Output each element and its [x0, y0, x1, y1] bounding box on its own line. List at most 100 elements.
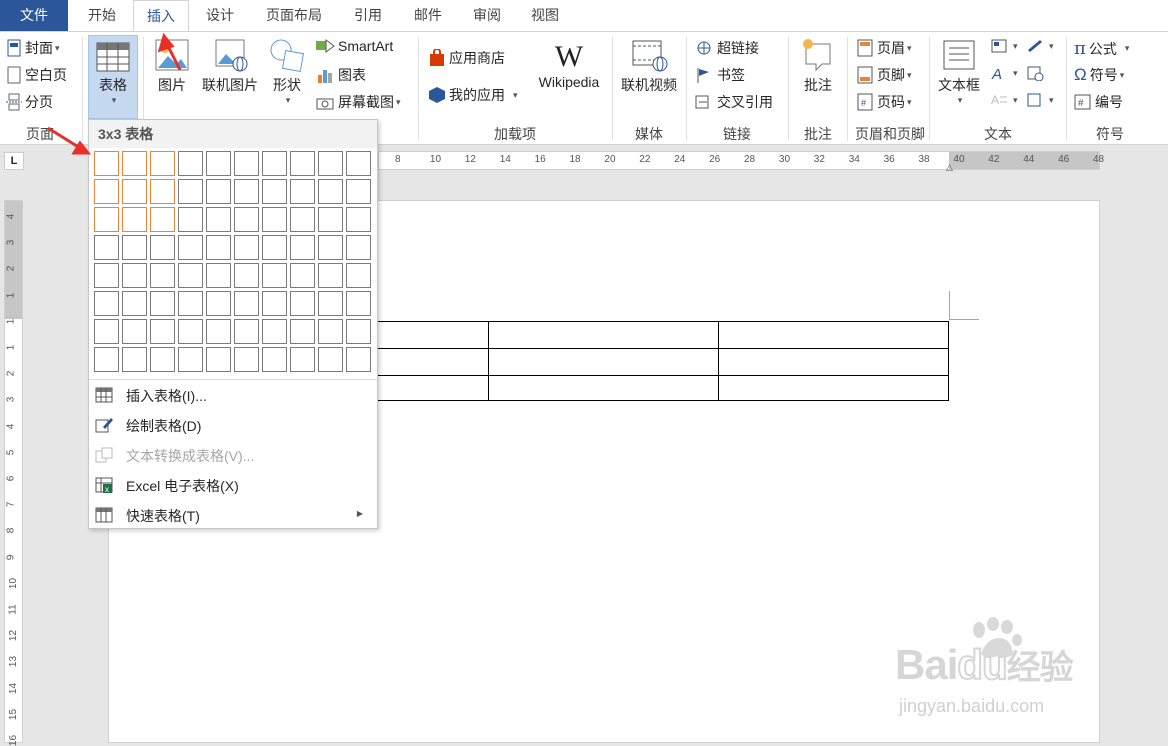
grid-cell[interactable] — [262, 291, 287, 316]
grid-cell[interactable] — [262, 151, 287, 176]
grid-cell[interactable] — [262, 235, 287, 260]
grid-cell[interactable] — [346, 347, 371, 372]
grid-cell[interactable] — [150, 291, 175, 316]
grid-cell[interactable] — [262, 263, 287, 288]
wikipedia-button[interactable]: W Wikipedia — [532, 40, 606, 90]
grid-cell[interactable] — [290, 151, 315, 176]
grid-cell[interactable] — [150, 151, 175, 176]
grid-cell[interactable] — [318, 151, 343, 176]
tab-page-layout[interactable]: 页面布局 — [254, 0, 334, 31]
grid-cell[interactable] — [290, 235, 315, 260]
grid-cell[interactable] — [318, 263, 343, 288]
grid-cell[interactable] — [290, 207, 315, 232]
numbering-button[interactable]: # 编号 — [1074, 92, 1123, 112]
grid-cell[interactable] — [150, 207, 175, 232]
grid-cell[interactable] — [122, 263, 147, 288]
grid-cell[interactable] — [178, 347, 203, 372]
cover-page-button[interactable]: 封面 ▾ — [6, 38, 60, 58]
page-number-button[interactable]: # 页码 ▾ — [856, 92, 912, 112]
grid-cell[interactable] — [206, 151, 231, 176]
shapes-button[interactable]: 形状 ▾ — [266, 38, 308, 106]
object-button[interactable]: ▾ — [1026, 92, 1054, 108]
grid-cell[interactable] — [94, 263, 119, 288]
grid-cell[interactable] — [150, 347, 175, 372]
grid-cell[interactable] — [262, 179, 287, 204]
grid-cell[interactable] — [206, 207, 231, 232]
grid-cell[interactable] — [234, 319, 259, 344]
grid-cell[interactable] — [178, 179, 203, 204]
equation-button[interactable]: π 公式 ▾ — [1074, 38, 1129, 59]
grid-cell[interactable] — [178, 291, 203, 316]
wordart-button[interactable]: A ▾ — [990, 65, 1018, 81]
grid-cell[interactable] — [150, 235, 175, 260]
grid-cell[interactable] — [122, 151, 147, 176]
draw-table-menu-item[interactable]: 绘制表格(D) — [89, 410, 377, 440]
grid-cell[interactable] — [346, 151, 371, 176]
drop-cap-button[interactable]: A ▾ — [990, 92, 1018, 108]
grid-cell[interactable] — [234, 207, 259, 232]
grid-cell[interactable] — [290, 291, 315, 316]
grid-cell[interactable] — [346, 263, 371, 288]
date-time-button[interactable] — [1026, 65, 1047, 81]
online-video-button[interactable]: 联机视频 — [616, 38, 682, 95]
grid-cell[interactable] — [206, 179, 231, 204]
grid-cell[interactable] — [346, 207, 371, 232]
grid-cell[interactable] — [150, 179, 175, 204]
blank-page-button[interactable]: 空白页 — [6, 65, 67, 85]
grid-cell[interactable] — [94, 347, 119, 372]
tab-mailings[interactable]: 邮件 — [402, 0, 454, 31]
table-button[interactable]: 表格 ▾ — [88, 35, 138, 119]
store-button[interactable]: 应用商店 — [428, 48, 505, 68]
grid-cell[interactable] — [318, 291, 343, 316]
tab-references[interactable]: 引用 — [342, 0, 394, 31]
hyperlink-button[interactable]: 超链接 — [694, 38, 759, 58]
comment-button[interactable]: 批注 — [796, 38, 840, 95]
my-apps-button[interactable]: 我的应用 ▾ — [428, 85, 518, 105]
grid-cell[interactable] — [234, 151, 259, 176]
grid-cell[interactable] — [206, 347, 231, 372]
tab-stop-selector[interactable]: L — [4, 152, 24, 170]
tab-view[interactable]: 视图 — [519, 0, 571, 31]
grid-cell[interactable] — [122, 319, 147, 344]
grid-cell[interactable] — [94, 207, 119, 232]
tab-file[interactable]: 文件 — [0, 0, 68, 31]
grid-cell[interactable] — [262, 319, 287, 344]
quick-tables-menu-item[interactable]: 快速表格(T) ▶ — [89, 500, 377, 530]
tab-review[interactable]: 审阅 — [461, 0, 513, 31]
footer-button[interactable]: 页脚 ▾ — [856, 65, 912, 85]
grid-cell[interactable] — [178, 207, 203, 232]
grid-cell[interactable] — [290, 263, 315, 288]
grid-cell[interactable] — [318, 319, 343, 344]
grid-cell[interactable] — [206, 319, 231, 344]
horizontal-ruler[interactable]: 8 10 12 14 16 18 20 22 24 26 28 30 32 34 36 38 40 42 44 46 4… — [378, 151, 1104, 173]
indent-marker-icon[interactable]: △ — [946, 162, 953, 173]
grid-cell[interactable] — [122, 347, 147, 372]
grid-cell[interactable] — [122, 179, 147, 204]
grid-cell[interactable] — [178, 151, 203, 176]
grid-cell[interactable] — [262, 207, 287, 232]
grid-cell[interactable] — [122, 291, 147, 316]
textbox-button[interactable]: 文本框 ▾ — [934, 38, 984, 106]
cross-reference-button[interactable]: 交叉引用 — [694, 92, 773, 112]
grid-cell[interactable] — [150, 263, 175, 288]
online-picture-button[interactable]: 联机图片 — [198, 38, 262, 95]
tab-design[interactable]: 设计 — [194, 0, 246, 31]
grid-cell[interactable] — [234, 263, 259, 288]
grid-cell[interactable] — [234, 179, 259, 204]
grid-cell[interactable] — [262, 347, 287, 372]
grid-cell[interactable] — [206, 291, 231, 316]
grid-cell[interactable] — [234, 347, 259, 372]
grid-cell[interactable] — [178, 319, 203, 344]
grid-cell[interactable] — [318, 235, 343, 260]
tab-insert[interactable]: 插入 — [133, 0, 189, 32]
grid-cell[interactable] — [178, 235, 203, 260]
screenshot-button[interactable]: 屏幕截图 ▾ — [315, 92, 401, 112]
grid-cell[interactable] — [346, 319, 371, 344]
chart-button[interactable]: 图表 — [315, 65, 366, 85]
grid-cell[interactable] — [346, 235, 371, 260]
grid-cell[interactable] — [234, 291, 259, 316]
grid-cell[interactable] — [94, 151, 119, 176]
page-break-button[interactable]: 分页 — [6, 92, 53, 112]
grid-cell[interactable] — [346, 291, 371, 316]
grid-cell[interactable] — [290, 179, 315, 204]
